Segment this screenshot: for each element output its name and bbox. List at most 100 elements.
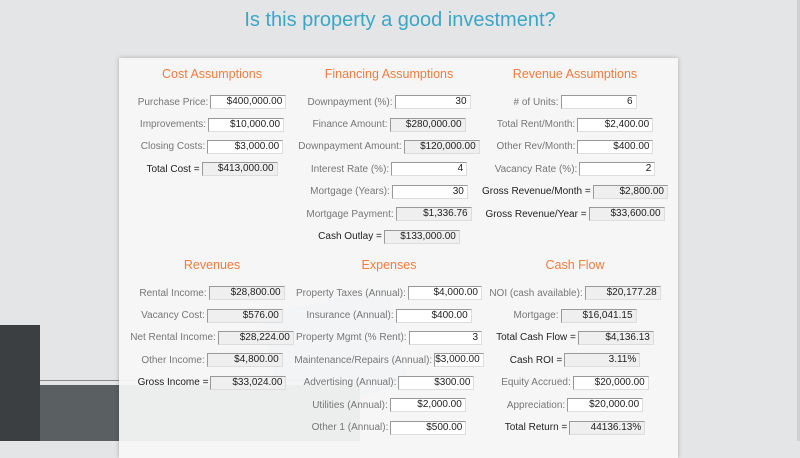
computed-value-field: $33,600.00: [588, 207, 665, 222]
computed-value-field: $20,177.28: [584, 286, 661, 301]
section-heading: Cost Assumptions: [161, 67, 263, 81]
field-label: Gross Revenue/Month =: [482, 186, 591, 198]
input-field[interactable]: $400,000.00: [210, 95, 287, 110]
field-row: Downpayment Amount: $120,000.00: [296, 136, 482, 158]
field-label: Total Cash Flow =: [496, 332, 576, 344]
field-label: Downpayment Amount:: [298, 141, 402, 153]
section-revenue-assumptions: Revenue Assumptions # of Units: 6 Total Ren…: [482, 63, 668, 225]
field-row: Total Rent/Month: $2,400.00: [482, 113, 668, 135]
field-label: Equity Accrued:: [501, 377, 571, 389]
section-cost-assumptions: Cost Assumptions Purchase Price: $400,000.…: [119, 63, 305, 181]
input-field[interactable]: $400.00: [395, 308, 472, 323]
field-label: Improvements:: [139, 119, 207, 131]
input-field[interactable]: $3,000.00: [207, 139, 284, 154]
computed-value-field: $413,000.00: [201, 162, 278, 177]
input-field[interactable]: $300.00: [398, 375, 475, 390]
field-label: Vacancy Rate (%):: [494, 163, 578, 175]
input-field[interactable]: $3,000.00: [434, 353, 484, 368]
page-title: Is this property a good investment?: [244, 9, 556, 31]
field-row: Total Cost = $413,000.00: [119, 158, 305, 180]
field-label: Vacancy Cost:: [141, 310, 205, 322]
input-field[interactable]: 30: [391, 184, 468, 199]
field-row: Gross Income = $33,024.00: [119, 372, 305, 394]
field-row: Rental Income: $28,800.00: [119, 282, 305, 304]
field-label: Gross Revenue/Year =: [485, 208, 587, 220]
field-label: Net Rental Income:: [130, 332, 216, 344]
section-heading: Financing Assumptions: [324, 67, 454, 81]
input-field[interactable]: $500.00: [390, 420, 467, 435]
input-field[interactable]: 3: [408, 330, 482, 345]
field-row: Cash Outlay = $133,000.00: [296, 225, 482, 247]
field-row: Improvements: $10,000.00: [119, 113, 305, 135]
field-row: Property Mgmt (% Rent): 3: [296, 327, 482, 349]
field-label: Property Taxes (Annual):: [296, 287, 406, 299]
field-row: Mortgage: $16,041.15: [482, 304, 668, 326]
field-label: Other Income:: [141, 354, 205, 366]
field-row: Net Rental Income: $28,224.00: [119, 327, 305, 349]
calculator-panel: Cost Assumptions Purchase Price: $400,000.…: [119, 58, 678, 458]
input-field[interactable]: 30: [394, 95, 471, 110]
input-field[interactable]: $20,000.00: [572, 375, 649, 390]
field-row: Maintenance/Repairs (Annual): $3,000.00: [294, 349, 484, 371]
field-label: Total Rent/Month:: [496, 119, 576, 131]
input-field[interactable]: $400.00: [577, 139, 654, 154]
input-field[interactable]: $2,000.00: [389, 398, 466, 413]
input-field[interactable]: $4,000.00: [407, 286, 482, 301]
field-row: # of Units: 6: [482, 91, 668, 113]
computed-value-field: $33,024.00: [210, 375, 287, 390]
input-field[interactable]: $10,000.00: [208, 117, 285, 132]
field-label: Appreciation:: [506, 399, 566, 411]
computed-value-field: $16,041.15: [560, 308, 637, 323]
field-row: Advertising (Annual): $300.00: [296, 372, 482, 394]
computed-value-field: $576.00: [206, 308, 283, 323]
field-label: NOI (cash available):: [489, 287, 583, 299]
section-financing-assumptions: Financing Assumptions Downpayment (%): 30 F…: [296, 63, 482, 248]
field-label: Cash Outlay =: [318, 231, 382, 243]
computed-value-field: $1,336.76: [395, 207, 472, 222]
section-heading: Cash Flow: [545, 258, 605, 272]
field-label: Mortgage Payment:: [306, 208, 394, 220]
field-row: Vacancy Cost: $576.00: [119, 304, 305, 326]
field-label: Closing Costs:: [140, 141, 206, 153]
field-row: Mortgage Payment: $1,336.76: [296, 203, 482, 225]
field-row: Appreciation: $20,000.00: [482, 394, 668, 416]
computed-value-field: $133,000.00: [383, 229, 460, 244]
computed-value-field: $28,224.00: [217, 330, 294, 345]
background-building-edge: [0, 325, 40, 441]
field-row: Mortgage (Years): 30: [296, 181, 482, 203]
input-field[interactable]: $2,400.00: [577, 117, 654, 132]
computed-value-field: $120,000.00: [403, 139, 480, 154]
field-label: Mortgage (Years):: [310, 186, 390, 198]
field-label: Utilities (Annual):: [312, 399, 388, 411]
computed-value-field: $2,800.00: [592, 184, 668, 199]
field-label: Total Cost =: [146, 163, 200, 175]
field-row: Equity Accrued: $20,000.00: [482, 372, 668, 394]
field-row: Other 1 (Annual): $500.00: [296, 416, 482, 438]
input-field[interactable]: $20,000.00: [567, 398, 644, 413]
field-row: Other Rev/Month: $400.00: [482, 136, 668, 158]
field-label: Advertising (Annual):: [303, 377, 397, 389]
input-field[interactable]: 4: [391, 162, 468, 177]
field-row: Other Income: $4,800.00: [119, 349, 305, 371]
field-row: Vacancy Rate (%): 2: [482, 158, 668, 180]
computed-value-field: $28,800.00: [208, 286, 285, 301]
field-label: Interest Rate (%):: [310, 163, 390, 175]
field-row: Interest Rate (%): 4: [296, 158, 482, 180]
field-row: Gross Revenue/Month = $2,800.00: [482, 181, 668, 203]
field-row: Utilities (Annual): $2,000.00: [296, 394, 482, 416]
field-row: Total Return = 44136.13%: [482, 416, 668, 438]
section-heading: Expenses: [361, 258, 417, 272]
field-row: Total Cash Flow = $4,136.13: [482, 327, 668, 349]
field-label: Maintenance/Repairs (Annual):: [294, 354, 433, 366]
field-label: Insurance (Annual):: [306, 310, 394, 322]
input-field[interactable]: 6: [560, 95, 637, 110]
input-field[interactable]: 2: [579, 162, 656, 177]
field-label: Purchase Price:: [137, 96, 209, 108]
section-cash-flow: Cash Flow NOI (cash available): $20,177.28…: [482, 254, 668, 439]
field-row: Downpayment (%): 30: [296, 91, 482, 113]
field-row: Cash ROI = 3.11%: [482, 349, 668, 371]
field-label: Property Mgmt (% Rent):: [296, 332, 407, 344]
field-row: Purchase Price: $400,000.00: [119, 91, 305, 113]
field-label: Total Return =: [504, 422, 568, 434]
field-row: Closing Costs: $3,000.00: [119, 136, 305, 158]
